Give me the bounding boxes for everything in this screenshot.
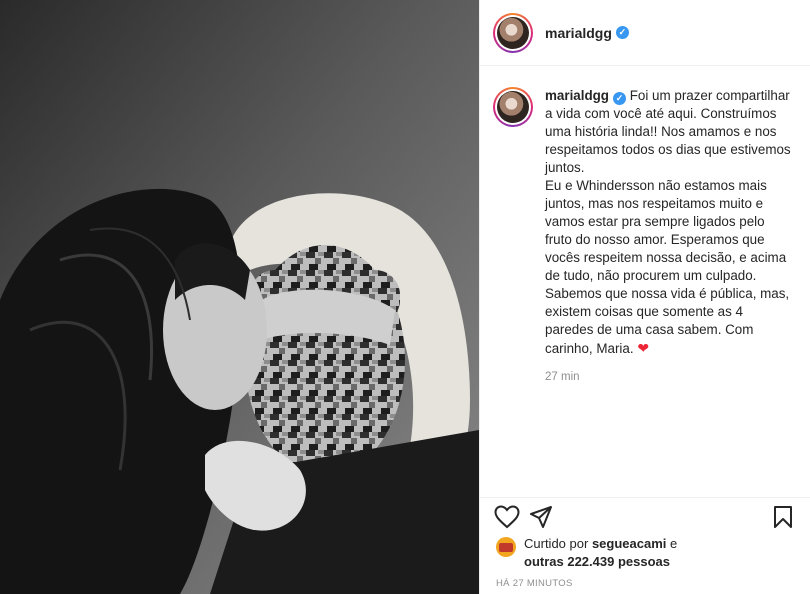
caption-text: marialdgg ✓ Foi um prazer compartilhar a … [545, 87, 794, 358]
caption-block: marialdgg ✓ Foi um prazer compartilhar a … [545, 87, 794, 497]
post-side-panel: marialdgg ✓ marialdgg ✓ Foi um prazer com… [479, 0, 810, 594]
bookmark-icon[interactable] [766, 500, 800, 534]
verified-badge-icon: ✓ [615, 26, 629, 39]
red-heart-icon: ❤ [637, 340, 650, 356]
post-timestamp[interactable]: HÁ 27 MINUTOS [496, 578, 573, 589]
profile-avatar[interactable] [493, 12, 533, 53]
post-photo[interactable] [0, 0, 479, 594]
liker-avatar[interactable] [496, 537, 516, 557]
header-username[interactable]: marialdgg [545, 25, 612, 41]
caption-avatar[interactable] [493, 87, 533, 127]
liker-username[interactable]: segueacami [592, 536, 666, 551]
action-bar [480, 497, 810, 535]
likes-summary: Curtido por segueacami e outras 222.439 … [496, 535, 800, 571]
avatar-image [497, 91, 529, 123]
avatar-image [497, 16, 529, 49]
likes-count[interactable]: outras 222.439 pessoas [524, 554, 670, 569]
paper-plane-icon[interactable] [524, 500, 558, 534]
heart-outline-icon[interactable] [490, 500, 524, 534]
post-header: marialdgg ✓ [480, 0, 810, 66]
photo-image [0, 0, 479, 594]
verified-badge-icon: ✓ [613, 92, 626, 105]
caption-area: marialdgg ✓ Foi um prazer compartilhar a … [480, 67, 810, 497]
likes-text: Curtido por segueacami e outras 222.439 … [524, 536, 678, 569]
caption-body: Foi um prazer compartilhar a vida com vo… [545, 88, 791, 356]
caption-time[interactable]: 27 min [545, 371, 794, 383]
caption-username[interactable]: marialdgg [545, 88, 609, 103]
